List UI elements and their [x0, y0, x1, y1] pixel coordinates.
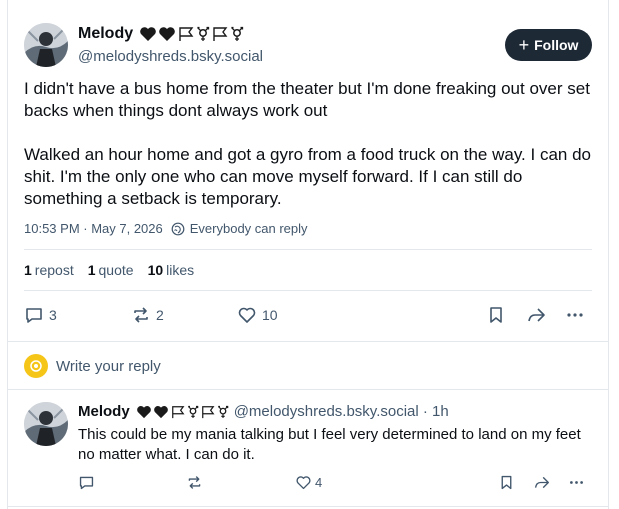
bookmark-icon — [501, 475, 512, 490]
reply-share-action[interactable] — [533, 474, 550, 491]
reply-text: This could be my mania talking but I fee… — [78, 426, 581, 463]
globe-icon — [171, 222, 185, 236]
follow-label: Follow — [534, 37, 579, 53]
black-heart-icon — [140, 27, 156, 41]
transgender-symbol-icon — [187, 405, 198, 418]
divider — [24, 290, 592, 291]
section-divider — [7, 389, 609, 390]
repost-icon — [134, 307, 148, 323]
reply-reply-action[interactable] — [78, 474, 95, 491]
white-flag-icon — [179, 27, 194, 41]
heart-icon — [296, 476, 311, 490]
black-heart-icon — [136, 405, 151, 418]
like-count: 10 — [262, 307, 278, 323]
author-display-name[interactable]: Melody — [78, 25, 133, 43]
share-icon — [528, 308, 545, 322]
reply-author-handle-time[interactable]: @melodyshreds.bsky.social · 1h — [234, 403, 449, 420]
bookmark-icon — [490, 307, 502, 323]
transgender-symbol-icon — [231, 26, 244, 41]
author-name-row: Melody — [78, 25, 244, 43]
plus-icon: + — [518, 35, 530, 55]
reply-input-placeholder[interactable]: Write your reply — [56, 358, 161, 375]
author-avatar[interactable] — [24, 23, 68, 67]
repost-action[interactable]: 2 — [131, 305, 164, 325]
reply-like-action[interactable]: 4 — [295, 474, 322, 491]
repost-count: 2 — [156, 307, 164, 323]
reply-more-options-action[interactable] — [568, 474, 585, 491]
black-heart-icon — [153, 405, 168, 418]
white-flag-icon — [171, 405, 185, 418]
share-icon — [534, 476, 549, 489]
divider — [24, 249, 592, 250]
black-heart-icon — [159, 27, 175, 41]
reposts-stat[interactable]: 1 repost — [24, 262, 74, 278]
post-text: I didn't have a bus home from the theate… — [24, 79, 591, 208]
repost-icon — [188, 476, 201, 489]
section-divider — [7, 506, 609, 507]
follow-button[interactable]: + Follow — [505, 29, 592, 61]
bookmark-action[interactable] — [486, 305, 506, 325]
comment-icon — [79, 476, 94, 490]
reply-author-avatar[interactable] — [24, 402, 68, 446]
current-user-avatar — [24, 354, 48, 378]
heart-icon — [238, 307, 256, 323]
transgender-symbol-icon — [197, 26, 210, 41]
reply-repost-action[interactable] — [186, 474, 203, 491]
more-options-icon — [567, 313, 583, 317]
reply-like-count: 4 — [315, 475, 323, 490]
author-handle[interactable]: @melodyshreds.bsky.social — [78, 48, 263, 65]
reply-composer[interactable]: Write your reply — [24, 354, 161, 378]
section-divider — [7, 341, 609, 342]
quotes-stat[interactable]: 1 quote — [88, 262, 134, 278]
author-badges — [139, 26, 244, 42]
reply-author-display-name[interactable]: Melody — [78, 403, 130, 420]
more-options-action[interactable] — [565, 305, 585, 325]
reply-bookmark-action[interactable] — [498, 474, 515, 491]
white-flag-icon — [213, 27, 228, 41]
reply-author-badges — [136, 405, 229, 419]
post-meta: 10:53 PM · May 7, 2026 Everybody can rep… — [24, 221, 308, 236]
post-stats: 1 repost 1 quote 10 likes — [24, 262, 194, 278]
transgender-symbol-icon — [217, 405, 228, 418]
reply-audience[interactable]: Everybody can reply — [190, 221, 308, 236]
white-flag-icon — [201, 405, 215, 418]
reply-action[interactable]: 3 — [24, 305, 57, 325]
reply-count: 3 — [49, 307, 57, 323]
post-timestamp[interactable]: 10:53 PM · May 7, 2026 — [24, 221, 163, 236]
more-options-icon — [570, 481, 583, 484]
reply-author-name-row: Melody @melodyshreds.bsky.social · 1h — [78, 403, 449, 420]
comment-icon — [26, 308, 42, 323]
like-action[interactable]: 10 — [237, 305, 278, 325]
likes-stat[interactable]: 10 likes — [148, 262, 195, 278]
share-action[interactable] — [526, 305, 546, 325]
